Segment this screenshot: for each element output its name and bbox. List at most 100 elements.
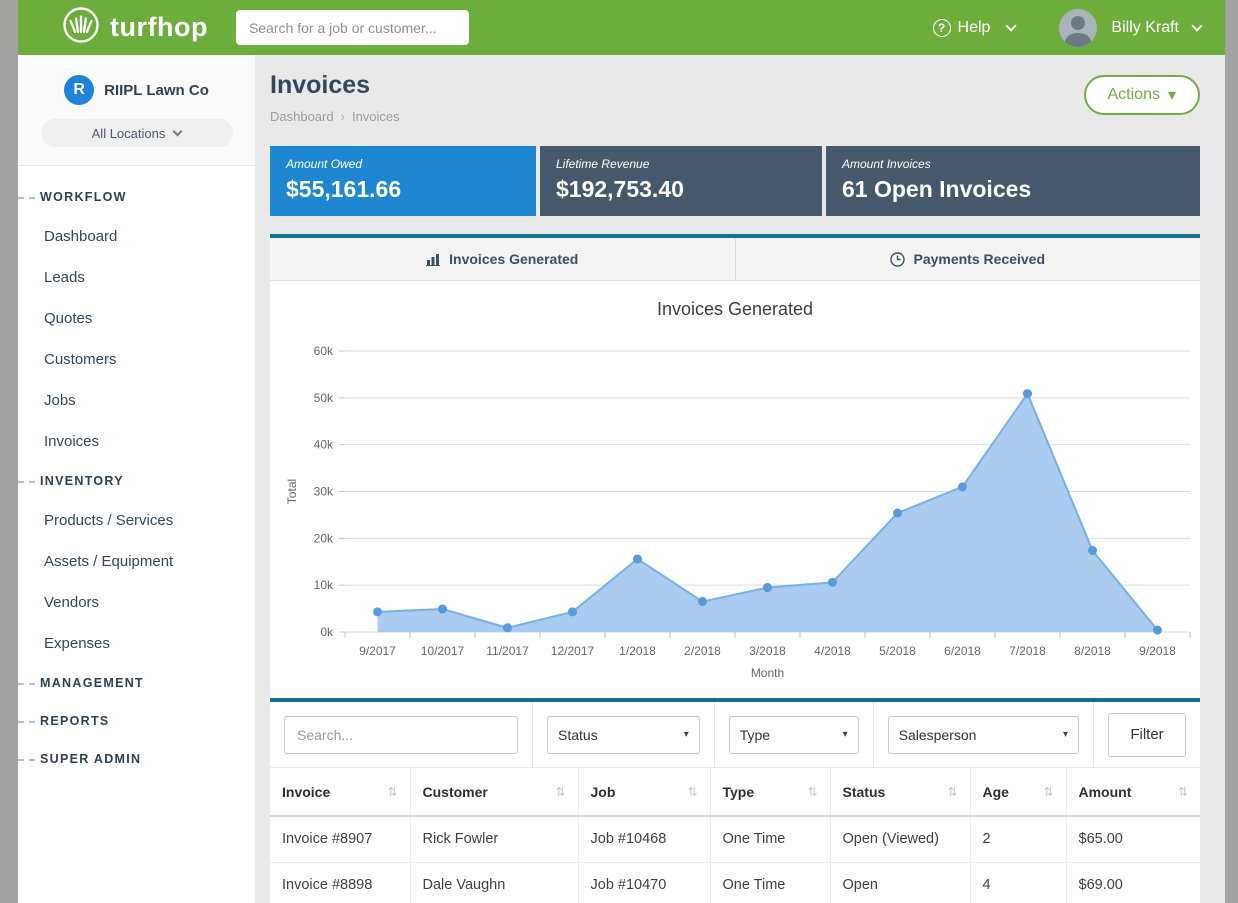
sidebar-nav: WORKFLOWDashboardLeadsQuotesCustomersJob… xyxy=(18,166,255,778)
section-dash-icon xyxy=(18,481,35,483)
svg-text:8/2018: 8/2018 xyxy=(1074,644,1111,658)
svg-text:3/2018: 3/2018 xyxy=(749,644,786,658)
column-header-job[interactable]: Job⇅ xyxy=(578,768,710,816)
status-select[interactable]: Status ▾ xyxy=(547,716,700,754)
column-label: Age xyxy=(983,784,1009,800)
svg-text:Invoices Generated: Invoices Generated xyxy=(657,299,813,319)
brand-logo[interactable]: turfhop xyxy=(62,6,208,49)
page-header: Invoices Dashboard › Invoices Actions ▾ xyxy=(270,55,1200,124)
caret-down-icon: ▾ xyxy=(1063,729,1068,740)
filter-type-cell: Type ▾ xyxy=(715,702,874,767)
table-search-input[interactable] xyxy=(284,716,518,754)
cell-customer[interactable]: Rick Fowler xyxy=(410,816,578,862)
help-menu[interactable]: ? Help xyxy=(933,19,1016,37)
locations-dropdown[interactable]: All Locations xyxy=(41,119,233,147)
sort-icon: ⇅ xyxy=(687,785,697,799)
sidebar-section-workflow[interactable]: WORKFLOW xyxy=(18,178,255,216)
type-select[interactable]: Type ▾ xyxy=(729,716,859,754)
tab-label: Payments Received xyxy=(913,251,1045,267)
salesperson-select[interactable]: Salesperson ▾ xyxy=(888,716,1079,754)
filter-salesperson-cell: Salesperson ▾ xyxy=(874,702,1094,767)
sidebar-item-jobs[interactable]: Jobs xyxy=(18,380,255,421)
sidebar-item-leads[interactable]: Leads xyxy=(18,257,255,298)
sidebar-section-reports[interactable]: REPORTS xyxy=(18,702,255,740)
sidebar-item-expenses[interactable]: Expenses xyxy=(18,623,255,664)
sort-icon: ⇅ xyxy=(1043,785,1053,799)
sidebar-item-vendors[interactable]: Vendors xyxy=(18,582,255,623)
sidebar-item-products-services[interactable]: Products / Services xyxy=(18,500,255,541)
breadcrumb-item[interactable]: Dashboard xyxy=(270,109,334,124)
help-icon: ? xyxy=(933,19,951,37)
svg-text:Total: Total xyxy=(285,479,299,504)
breadcrumb-item[interactable]: Invoices xyxy=(352,109,400,124)
breadcrumb-separator: › xyxy=(341,109,345,124)
svg-text:1/2018: 1/2018 xyxy=(619,644,656,658)
tab-payments-received[interactable]: Payments Received xyxy=(735,238,1201,280)
invoices-generated-chart: Invoices Generated0k10k20k30k40k50k60k9/… xyxy=(270,281,1200,698)
app-window: turfhop ? Help Billy Kraft R xyxy=(18,0,1225,903)
cell-type: One Time xyxy=(710,862,830,903)
sidebar-section-super-admin[interactable]: SUPER ADMIN xyxy=(18,740,255,778)
company-name: RIIPL Lawn Co xyxy=(104,82,209,99)
svg-text:12/2017: 12/2017 xyxy=(551,644,595,658)
caret-down-icon: ▾ xyxy=(1168,85,1176,105)
stat-label: Amount Invoices xyxy=(842,157,1184,171)
svg-text:50k: 50k xyxy=(314,391,334,405)
actions-button[interactable]: Actions ▾ xyxy=(1084,75,1201,115)
filter-button[interactable]: Filter xyxy=(1108,713,1186,757)
table-row: Invoice #8898Dale VaughnJob #10470One Ti… xyxy=(270,862,1200,903)
cell-invoice[interactable]: Invoice #8898 xyxy=(270,862,410,903)
sidebar-item-invoices[interactable]: Invoices xyxy=(18,421,255,462)
caret-down-icon: ▾ xyxy=(684,729,689,740)
salesperson-select-value: Salesperson xyxy=(899,727,977,743)
status-select-value: Status xyxy=(558,727,598,743)
chart-panel: Invoices Generated Payments Received Invo… xyxy=(270,234,1200,698)
chart-tabs: Invoices Generated Payments Received xyxy=(270,238,1200,281)
help-label: Help xyxy=(958,19,991,37)
clock-icon xyxy=(890,252,905,267)
stats-row: Amount Owed$55,161.66Lifetime Revenue$19… xyxy=(270,146,1200,216)
sidebar-section-management[interactable]: MANAGEMENT xyxy=(18,664,255,702)
sidebar-item-customers[interactable]: Customers xyxy=(18,339,255,380)
svg-text:2/2018: 2/2018 xyxy=(684,644,721,658)
filter-search-cell xyxy=(270,702,533,767)
svg-text:60k: 60k xyxy=(314,344,334,358)
stat-card-amount-invoices: Amount Invoices61 Open Invoices xyxy=(826,146,1200,216)
chevron-down-icon[interactable] xyxy=(1191,20,1202,31)
section-dash-icon xyxy=(18,759,35,761)
filter-button-cell: Filter xyxy=(1094,702,1200,767)
bar-chart-icon xyxy=(426,252,441,266)
tab-invoices-generated[interactable]: Invoices Generated xyxy=(270,238,735,280)
svg-text:4/2018: 4/2018 xyxy=(814,644,851,658)
brand-name: turfhop xyxy=(110,12,208,43)
column-header-age[interactable]: Age ⇅ xyxy=(970,768,1066,816)
column-label: Customer xyxy=(423,784,488,800)
sidebar-section-inventory[interactable]: INVENTORY xyxy=(18,462,255,500)
column-header-type[interactable]: Type⇅ xyxy=(710,768,830,816)
column-header-invoice[interactable]: Invoice⇅ xyxy=(270,768,410,816)
global-search-input[interactable] xyxy=(236,10,469,45)
user-avatar[interactable] xyxy=(1059,9,1097,47)
page-title: Invoices xyxy=(270,71,1200,100)
sort-icon: ⇅ xyxy=(947,785,957,799)
svg-text:0k: 0k xyxy=(320,625,334,639)
cell-job[interactable]: Job #10470 xyxy=(578,862,710,903)
sidebar-item-quotes[interactable]: Quotes xyxy=(18,298,255,339)
cell-invoice[interactable]: Invoice #8907 xyxy=(270,816,410,862)
top-right-menu: ? Help Billy Kraft xyxy=(933,9,1201,47)
type-select-value: Type xyxy=(740,727,770,743)
column-header-status[interactable]: Status⇅ xyxy=(830,768,970,816)
cell-customer[interactable]: Dale Vaughn xyxy=(410,862,578,903)
cell-amount: $65.00 xyxy=(1066,816,1200,862)
sidebar-item-assets-equipment[interactable]: Assets / Equipment xyxy=(18,541,255,582)
sort-icon: ⇅ xyxy=(807,785,817,799)
svg-text:9/2017: 9/2017 xyxy=(359,644,396,658)
user-name[interactable]: Billy Kraft xyxy=(1111,19,1179,37)
actions-label: Actions xyxy=(1108,86,1160,104)
sidebar-company-block: R RIIPL Lawn Co All Locations xyxy=(18,55,255,166)
cell-job[interactable]: Job #10468 xyxy=(578,816,710,862)
sidebar-item-dashboard[interactable]: Dashboard xyxy=(18,216,255,257)
column-header-amount[interactable]: Amount⇅ xyxy=(1066,768,1200,816)
column-header-customer[interactable]: Customer⇅ xyxy=(410,768,578,816)
top-bar: turfhop ? Help Billy Kraft xyxy=(18,0,1225,55)
